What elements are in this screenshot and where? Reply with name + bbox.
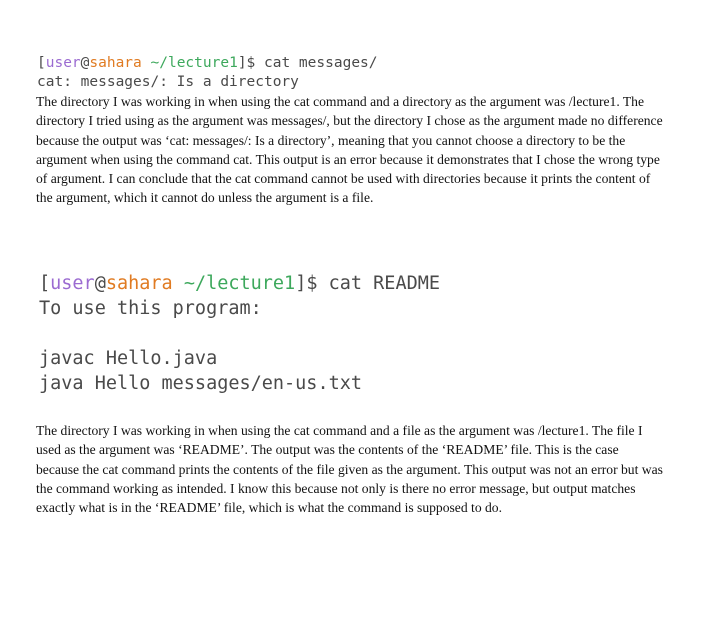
terminal-screenshot-cat-file: [user@sahara ~/lecture1]$ cat README To u… [39, 271, 440, 396]
explanation-paragraph-file: The directory I was working in when usin… [36, 423, 663, 516]
terminal-prompt-line: [user@sahara ~/lecture1]$ cat README [39, 271, 440, 296]
prompt-bracket: [ [39, 273, 51, 294]
prompt-command: ]$ cat README [295, 273, 440, 294]
prompt-bracket: [ [37, 55, 46, 71]
prompt-path: ~/lecture1 [183, 273, 296, 294]
terminal-output-line: javac Hello.java [39, 348, 218, 369]
terminal-output-line: cat: messages/: Is a directory [37, 74, 299, 90]
prompt-command: ]$ cat messages/ [237, 55, 378, 71]
prompt-user: user [50, 273, 95, 294]
prompt-host: sahara [105, 273, 173, 294]
prompt-at: @ [94, 273, 106, 294]
terminal-output-line: java Hello messages/en-us.txt [39, 373, 363, 394]
terminal-screenshot-cat-directory: [user@sahara ~/lecture1]$ cat messages/c… [37, 54, 657, 90]
document-page: [user@sahara ~/lecture1]$ cat messages/c… [0, 0, 704, 622]
terminal-output-line: To use this program: [39, 298, 262, 319]
prompt-user: user [45, 55, 81, 71]
prompt-host: sahara [89, 55, 142, 71]
terminal-prompt-line: [user@sahara ~/lecture1]$ cat messages/ [37, 54, 657, 73]
prompt-path: ~/lecture1 [150, 55, 238, 71]
explanation-paragraph-directory: The directory I was working in when usin… [36, 94, 663, 206]
